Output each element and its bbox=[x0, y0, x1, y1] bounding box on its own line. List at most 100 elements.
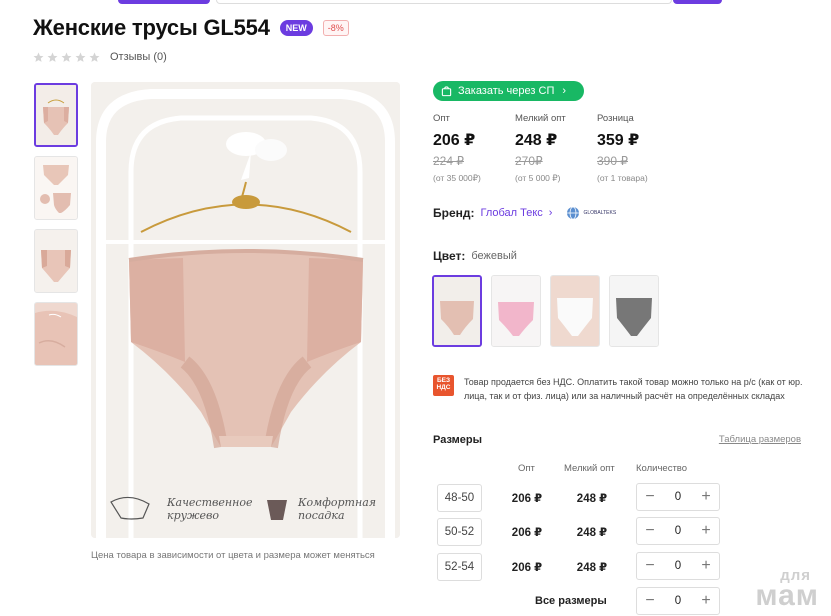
plus-button[interactable]: + bbox=[699, 558, 713, 574]
search-button[interactable] bbox=[673, 0, 722, 4]
swatch-gray[interactable] bbox=[609, 275, 659, 347]
plus-button[interactable]: + bbox=[699, 489, 713, 505]
sizes-header: Размеры Таблица размеров bbox=[433, 434, 801, 446]
swatch-white[interactable] bbox=[550, 275, 600, 347]
price-retail: Розница 359 ₽ 390 ₽ (от 1 товара) bbox=[597, 113, 679, 184]
size-chip[interactable]: 50-52 bbox=[437, 518, 482, 546]
price-label: Опт bbox=[433, 113, 450, 124]
page-title: Женские трусы GL554 bbox=[33, 15, 270, 40]
star-icon bbox=[47, 52, 58, 62]
discount-badge: -8% bbox=[322, 20, 349, 36]
thumbnail-3[interactable] bbox=[34, 229, 78, 293]
star-icon bbox=[33, 52, 44, 62]
price-note: (от 5 000 ₽) bbox=[515, 173, 561, 183]
rating: Отзывы (0) bbox=[33, 51, 167, 63]
star-icon bbox=[89, 52, 100, 62]
price-old: 390 ₽ bbox=[597, 154, 628, 168]
thumbnail-2[interactable] bbox=[34, 156, 78, 220]
star-icon bbox=[61, 52, 72, 62]
thumbnail-list bbox=[34, 83, 80, 375]
plus-button[interactable]: + bbox=[699, 593, 713, 609]
price-note: (от 1 товара) bbox=[597, 173, 648, 183]
brand-link[interactable]: Глобал Текс bbox=[481, 207, 543, 219]
price-old: 270₽ bbox=[515, 154, 543, 168]
star-icon bbox=[75, 52, 86, 62]
swatch-image bbox=[434, 277, 480, 345]
price-small-opt: Мелкий опт 248 ₽ 270₽ (от 5 000 ₽) bbox=[515, 113, 597, 184]
feature-lace-text: Качественное кружево bbox=[167, 496, 253, 522]
size-table-link[interactable]: Таблица размеров bbox=[719, 434, 801, 446]
price-label: Мелкий опт bbox=[515, 113, 566, 124]
color-row: Цвет: бежевый bbox=[433, 249, 517, 263]
all-sizes-row: Все размеры − 0 + bbox=[437, 587, 721, 616]
reviews-link[interactable]: Отзывы (0) bbox=[110, 51, 167, 63]
color-swatches bbox=[432, 275, 659, 347]
swatch-image bbox=[610, 276, 658, 346]
size-row: 48-50 206 ₽ 248 ₽ − 0 + bbox=[437, 483, 721, 512]
quantity-stepper: − 0 + bbox=[636, 587, 720, 615]
top-nav-remnant bbox=[0, 0, 831, 6]
price-note: (от 35 000₽) bbox=[433, 173, 481, 183]
cart-icon bbox=[441, 85, 452, 96]
price-old: 224 ₽ bbox=[433, 154, 464, 168]
price-block: Опт 206 ₽ 224 ₽ (от 35 000₽) Мелкий опт … bbox=[433, 113, 679, 184]
quantity-input[interactable]: 0 bbox=[675, 560, 681, 572]
sizes-title: Размеры bbox=[433, 434, 483, 446]
size-price-opt: 206 ₽ bbox=[511, 562, 543, 574]
feature-fit-text: Комфортная посадка bbox=[298, 496, 377, 522]
column-header-opt: Опт bbox=[518, 463, 535, 474]
size-price-small-opt: 248 ₽ bbox=[576, 527, 608, 539]
thumbnail-4[interactable] bbox=[34, 302, 78, 366]
swatch-beige[interactable] bbox=[432, 275, 482, 347]
size-price-small-opt: 248 ₽ bbox=[576, 562, 608, 574]
order-button-label: Заказать через СП bbox=[458, 85, 555, 97]
swatch-image bbox=[492, 276, 540, 346]
brand-label: Бренд: bbox=[433, 206, 475, 220]
order-via-sp-button[interactable]: Заказать через СП › bbox=[433, 81, 585, 101]
all-sizes-label: Все размеры bbox=[535, 595, 607, 607]
catalog-button[interactable] bbox=[118, 0, 210, 4]
size-chip[interactable]: 52-54 bbox=[437, 553, 482, 581]
main-product-image[interactable] bbox=[91, 82, 400, 538]
plus-button[interactable]: + bbox=[699, 523, 713, 539]
price-value: 359 ₽ bbox=[597, 132, 640, 149]
watermark-line2: мам bbox=[755, 578, 819, 612]
price-value: 206 ₽ bbox=[433, 132, 476, 149]
minus-button[interactable]: − bbox=[643, 523, 657, 539]
size-price-opt: 206 ₽ bbox=[511, 493, 543, 505]
quantity-input[interactable]: 0 bbox=[675, 525, 681, 537]
price-caption: Цена товара в зависимости от цвета и раз… bbox=[91, 550, 375, 561]
minus-button[interactable]: − bbox=[643, 489, 657, 505]
brand-logo[interactable]: GLOBALTEKS bbox=[566, 206, 616, 220]
no-vat-icon: БЕЗ НДС bbox=[433, 375, 454, 396]
thumbnail-image bbox=[35, 303, 77, 365]
minus-button[interactable]: − bbox=[643, 558, 657, 574]
minus-button[interactable]: − bbox=[643, 593, 657, 609]
size-price-opt: 206 ₽ bbox=[511, 527, 543, 539]
no-vat-icon-text: БЕЗ НДС bbox=[436, 377, 451, 391]
size-row: 52-54 206 ₽ 248 ₽ − 0 + bbox=[437, 552, 721, 581]
quantity-input[interactable]: 0 bbox=[675, 491, 681, 503]
swatch-pink[interactable] bbox=[491, 275, 541, 347]
new-badge: NEW bbox=[279, 20, 313, 36]
thumbnail-image bbox=[35, 157, 77, 219]
globe-icon bbox=[567, 206, 580, 220]
chevron-right-icon: › bbox=[562, 85, 567, 97]
swatch-image bbox=[551, 276, 599, 346]
quantity-stepper: − 0 + bbox=[636, 517, 720, 545]
thumbnail-image bbox=[36, 85, 76, 145]
quantity-input[interactable]: 0 bbox=[675, 595, 681, 607]
size-row: 50-52 206 ₽ 248 ₽ − 0 + bbox=[437, 517, 721, 546]
thumbnail-1[interactable] bbox=[34, 83, 78, 147]
price-opt: Опт 206 ₽ 224 ₽ (от 35 000₽) bbox=[433, 113, 515, 184]
search-input[interactable] bbox=[216, 0, 672, 4]
product-photo bbox=[91, 82, 400, 538]
product-header: Женские трусы GL554 NEW -8% bbox=[33, 15, 349, 41]
watermark: для мам bbox=[755, 568, 819, 612]
vat-notice: БЕЗ НДС Товар продается без НДС. Оплатит… bbox=[433, 375, 803, 403]
brand-row: Бренд: Глобал Текс › GLOBALTEKS bbox=[433, 206, 616, 220]
size-chip[interactable]: 48-50 bbox=[437, 484, 482, 512]
size-price-small-opt: 248 ₽ bbox=[576, 493, 608, 505]
thumbnail-image bbox=[35, 230, 77, 292]
vat-text: Товар продается без НДС. Оплатить такой … bbox=[464, 377, 803, 401]
